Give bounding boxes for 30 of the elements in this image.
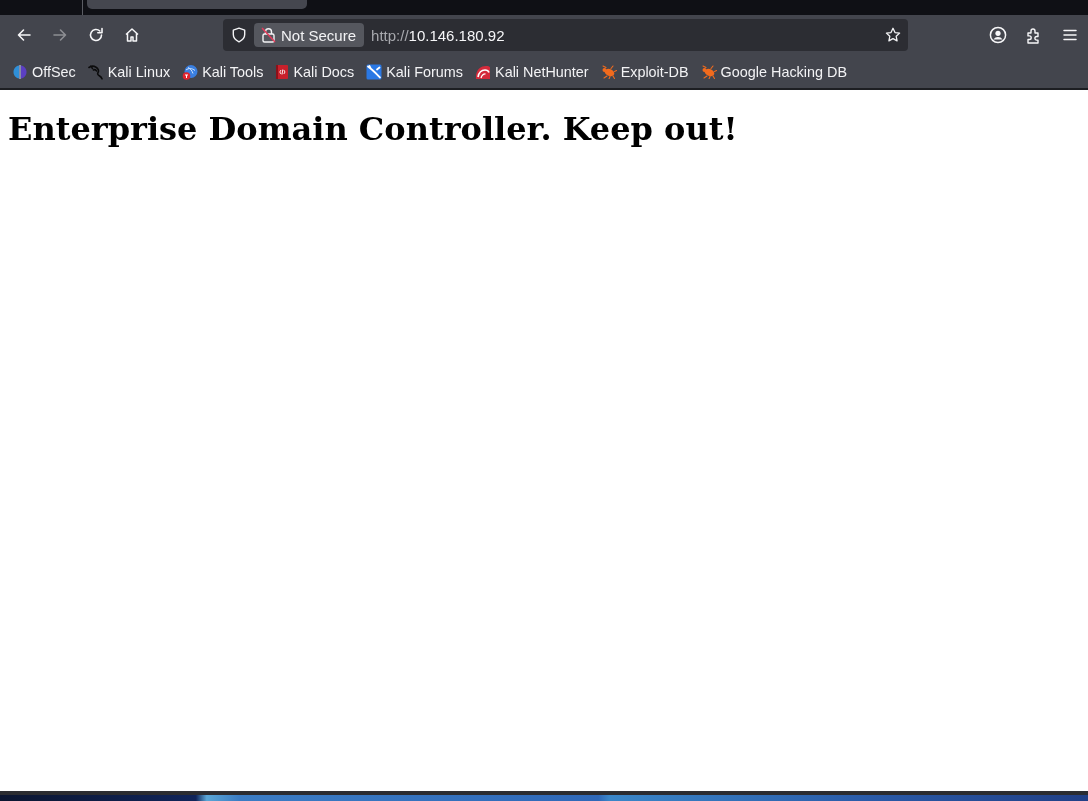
account-icon [989, 26, 1007, 44]
url-text[interactable]: http://10.146.180.92 [371, 26, 505, 44]
home-icon [124, 27, 140, 43]
puzzle-piece-icon [1026, 26, 1042, 44]
address-bar[interactable]: Not Secure http://10.146.180.92 [223, 19, 908, 51]
bookmark-item[interactable]: Kali Forums [362, 61, 468, 82]
star-icon[interactable] [885, 27, 901, 43]
bookmark-item[interactable]: Kali Docs [271, 61, 359, 82]
bug-icon [600, 64, 617, 79]
back-arrow-icon [16, 27, 32, 43]
menu-icon [1063, 29, 1077, 41]
bookmark-item[interactable]: OffSec [8, 61, 80, 82]
forward-arrow-icon [52, 27, 68, 43]
crossed-lock-icon [261, 27, 276, 43]
bookmark-item[interactable]: Kali NetHunter [471, 61, 593, 82]
slash-tile-icon [366, 63, 383, 80]
bookmark-item[interactable]: Google Hacking DB [696, 61, 851, 82]
page-heading: Enterprise Domain Controller. Keep out! [8, 110, 739, 149]
bookmark-item[interactable]: Kali Linux [83, 61, 175, 82]
bookmark-item[interactable]: Exploit-DB [596, 61, 693, 82]
bookmark-item[interactable]: Kali Tools [178, 61, 268, 82]
squiggle-icon [87, 63, 104, 80]
swirl-logo-icon [475, 63, 492, 80]
reload-icon [88, 27, 104, 43]
shield-icon[interactable] [231, 27, 247, 43]
split-circle-logo-icon [12, 63, 28, 80]
bug-icon [700, 64, 717, 79]
globe-badge-icon [182, 63, 199, 80]
security-indicator[interactable]: Not Secure [254, 23, 365, 47]
book-icon [275, 63, 290, 80]
